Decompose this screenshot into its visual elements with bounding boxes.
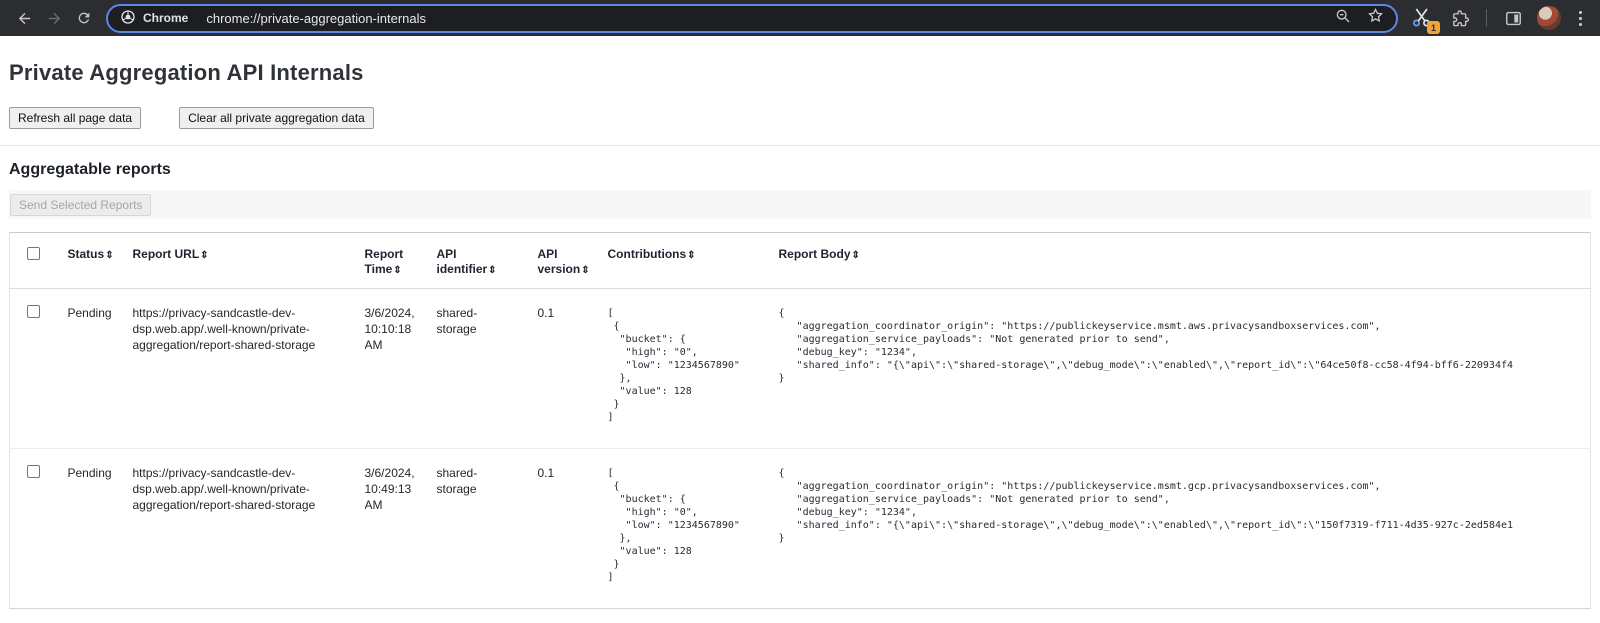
side-panel-button[interactable] xyxy=(1499,4,1527,32)
reports-table: Status⇕ Report URL⇕ Report Time⇕ API ide… xyxy=(9,232,1591,609)
table-row: Pending https://privacy-sandcastle-dev-d… xyxy=(10,449,1591,609)
report-time-cell: 3/6/2024, 10:10:18 AM xyxy=(365,289,437,449)
header-report-time[interactable]: Report Time⇕ xyxy=(365,233,437,289)
header-api-version[interactable]: API version⇕ xyxy=(538,233,608,289)
row-checkbox[interactable] xyxy=(27,305,40,318)
status-cell: Pending xyxy=(68,289,133,449)
select-all-checkbox[interactable] xyxy=(27,247,40,260)
refresh-all-button[interactable]: Refresh all page data xyxy=(9,107,141,129)
site-chip: Chrome xyxy=(120,9,188,28)
address-bar[interactable]: Chrome chrome://private-aggregation-inte… xyxy=(106,4,1398,33)
header-api-identifier[interactable]: API identifier⇕ xyxy=(437,233,538,289)
header-report-body[interactable]: Report Body⇕ xyxy=(779,233,1591,289)
send-selected-reports-button[interactable]: Send Selected Reports xyxy=(10,194,151,216)
section-divider xyxy=(0,145,1600,146)
reload-button[interactable] xyxy=(70,4,98,32)
contributions-cell: [ { "bucket": { "high": "0", "low": "123… xyxy=(608,449,779,609)
header-report-url[interactable]: Report URL⇕ xyxy=(133,233,365,289)
sort-icon: ⇕ xyxy=(488,265,496,276)
contributions-cell: [ { "bucket": { "high": "0", "low": "123… xyxy=(608,289,779,449)
report-body-cell: { "aggregation_coordinator_origin": "htt… xyxy=(779,449,1591,609)
sort-icon: ⇕ xyxy=(393,265,401,276)
extension-scissors-button[interactable]: 1 xyxy=(1410,4,1436,32)
page-title: Private Aggregation API Internals xyxy=(9,60,1591,86)
table-row: Pending https://privacy-sandcastle-dev-d… xyxy=(10,289,1591,449)
report-time-cell: 3/6/2024, 10:49:13 AM xyxy=(365,449,437,609)
header-status[interactable]: Status⇕ xyxy=(68,233,133,289)
private-aggregation-internals-page: Private Aggregation API Internals Refres… xyxy=(0,36,1600,609)
reports-table-toolbar: Send Selected Reports xyxy=(9,190,1591,219)
profile-avatar[interactable] xyxy=(1537,6,1561,30)
aggregatable-reports-heading: Aggregatable reports xyxy=(9,161,1591,179)
api-identifier-cell: shared-storage xyxy=(437,289,538,449)
row-checkbox[interactable] xyxy=(27,465,40,478)
api-identifier-cell: shared-storage xyxy=(437,449,538,609)
header-contributions[interactable]: Contributions⇕ xyxy=(608,233,779,289)
chrome-logo-icon xyxy=(120,9,136,28)
puzzle-icon xyxy=(1451,9,1470,28)
extension-badge: 1 xyxy=(1427,21,1440,34)
report-body-json: { "aggregation_coordinator_origin": "htt… xyxy=(779,467,1591,545)
bookmark-star-icon[interactable] xyxy=(1367,7,1384,29)
report-body-json: { "aggregation_coordinator_origin": "htt… xyxy=(779,307,1591,385)
table-header-row: Status⇕ Report URL⇕ Report Time⇕ API ide… xyxy=(10,233,1591,289)
browser-menu-button[interactable] xyxy=(1571,7,1590,30)
api-version-cell: 0.1 xyxy=(538,449,608,609)
forward-button[interactable] xyxy=(40,4,68,32)
sort-icon: ⇕ xyxy=(200,250,208,261)
browser-toolbar: Chrome chrome://private-aggregation-inte… xyxy=(0,0,1600,36)
clear-all-button[interactable]: Clear all private aggregation data xyxy=(179,107,374,129)
back-icon xyxy=(16,10,33,27)
url-text[interactable]: chrome://private-aggregation-internals xyxy=(206,11,1335,26)
status-cell: Pending xyxy=(68,449,133,609)
contributions-json: [ { "bucket": { "high": "0", "low": "123… xyxy=(608,467,769,584)
sort-icon: ⇕ xyxy=(687,250,695,261)
site-chip-label: Chrome xyxy=(143,11,188,25)
forward-icon xyxy=(46,10,63,27)
reload-icon xyxy=(76,10,92,26)
contributions-json: [ { "bucket": { "high": "0", "low": "123… xyxy=(608,307,769,424)
sort-icon: ⇕ xyxy=(852,250,860,261)
extensions-button[interactable] xyxy=(1446,4,1474,32)
report-body-cell: { "aggregation_coordinator_origin": "htt… xyxy=(779,289,1591,449)
toolbar-separator xyxy=(1486,9,1487,27)
kebab-icon xyxy=(1579,11,1582,14)
sort-icon: ⇕ xyxy=(581,265,589,276)
report-url-cell: https://privacy-sandcastle-dev-dsp.web.a… xyxy=(133,449,365,609)
zoom-icon[interactable] xyxy=(1335,8,1351,29)
sort-icon: ⇕ xyxy=(105,250,113,261)
api-version-cell: 0.1 xyxy=(538,289,608,449)
back-button[interactable] xyxy=(10,4,38,32)
side-panel-icon xyxy=(1504,9,1523,28)
report-url-cell: https://privacy-sandcastle-dev-dsp.web.a… xyxy=(133,289,365,449)
